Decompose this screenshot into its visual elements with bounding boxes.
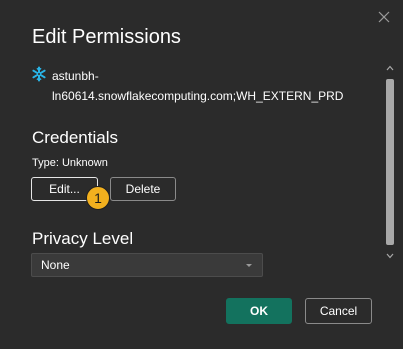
data-source-name-line1: astunbh- (52, 69, 99, 83)
scroll-down-button[interactable] (385, 250, 395, 262)
scrollbar-thumb[interactable] (386, 79, 394, 245)
privacy-level-heading: Privacy Level (32, 229, 134, 248)
privacy-level-value: None (41, 258, 70, 272)
credential-type: Type: Unknown (32, 157, 108, 169)
credentials-heading: Credentials (32, 128, 118, 147)
vertical-scrollbar[interactable] (385, 62, 395, 264)
step-number-badge: 1 (86, 186, 110, 210)
scroll-up-button[interactable] (385, 62, 395, 74)
ok-button[interactable]: OK (226, 298, 292, 324)
cancel-button[interactable]: Cancel (305, 298, 372, 324)
data-source-name-line2: ln60614.snowflakecomputing.com;WH_EXTERN… (52, 89, 344, 103)
close-icon (378, 11, 390, 23)
dialog-title: Edit Permissions (32, 26, 181, 48)
privacy-level-select[interactable]: None (31, 253, 263, 277)
chevron-up-icon (386, 65, 394, 71)
close-button[interactable] (373, 6, 395, 28)
dropdown-caret-icon (246, 264, 252, 267)
chevron-down-icon (386, 253, 394, 259)
snowflake-icon (32, 66, 46, 82)
delete-button[interactable]: Delete (110, 177, 176, 201)
edit-permissions-dialog: Edit Permissions astunbh- ln60614.snowfl… (0, 0, 403, 349)
